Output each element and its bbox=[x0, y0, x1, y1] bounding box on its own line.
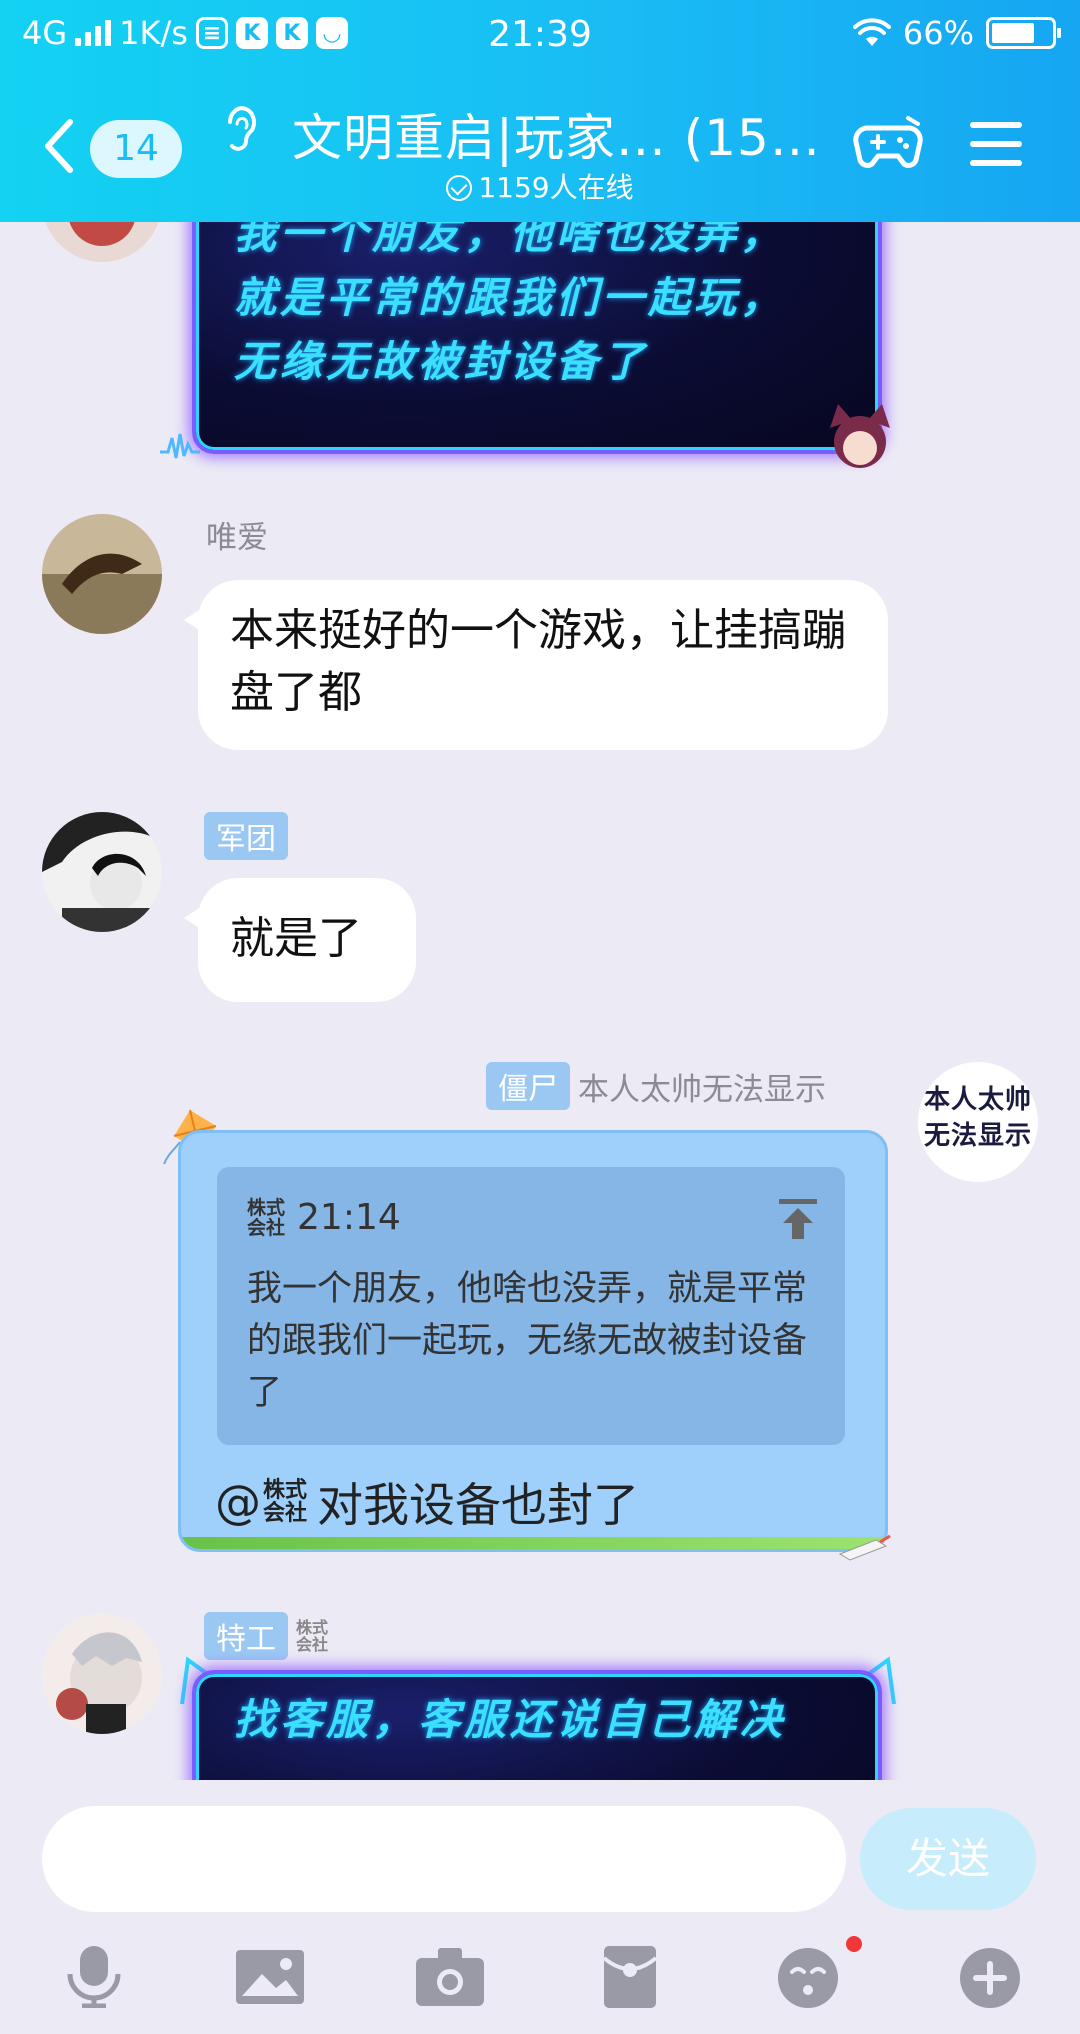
wave-decoration-icon bbox=[160, 433, 200, 459]
message-input[interactable] bbox=[42, 1806, 846, 1912]
jump-to-top-icon[interactable] bbox=[779, 1199, 817, 1239]
emoji-icon[interactable] bbox=[774, 1946, 842, 2008]
message-line: 无缘无故被封设备了 bbox=[234, 337, 649, 386]
status-bar: 4G 1K/s ≡ K K ◡ 21:39 66% bbox=[0, 0, 1080, 72]
sender-name: 特工 株式 会社 bbox=[204, 1612, 328, 1660]
grass-decoration bbox=[181, 1537, 885, 1549]
anime-girl-sticker-icon bbox=[830, 404, 890, 468]
message-line: 找客服，客服还说自己解决 bbox=[234, 1695, 787, 1744]
quoted-message[interactable]: 株式 会社 21:14 我一个朋友，他啥也没弄，就是平常的跟我们一起玩，无缘无故被… bbox=[217, 1167, 845, 1445]
kaisha-stamp-icon: 株式 会社 bbox=[263, 1478, 308, 1526]
send-button[interactable]: 发送 bbox=[860, 1808, 1036, 1910]
reply-message-bubble[interactable]: 株式 会社 21:14 我一个朋友，他啥也没弄，就是平常的跟我们一起玩，无缘无故被… bbox=[178, 1130, 888, 1552]
input-bar: 发送 bbox=[0, 1780, 1080, 2034]
member-tag: 军团 bbox=[204, 812, 288, 860]
red-packet-icon[interactable] bbox=[596, 1946, 664, 2008]
chat-title[interactable]: 文明重启|玩家… (1548) bbox=[292, 98, 832, 170]
reply-text-line: @ 株式 会社 对我设备也封了 bbox=[215, 1469, 639, 1535]
check-circle-icon bbox=[446, 175, 473, 201]
message-line: 我一个朋友，他啥也没弄， bbox=[234, 222, 787, 258]
battery-percent: 66% bbox=[902, 14, 974, 52]
kaisha-stamp-icon: 株式 会社 bbox=[296, 1618, 329, 1654]
wifi-icon bbox=[852, 18, 891, 46]
notification-dot bbox=[846, 1936, 862, 1952]
message-bubble[interactable]: 就是了 bbox=[184, 878, 416, 1002]
avatar[interactable] bbox=[42, 812, 162, 932]
gamepad-icon[interactable] bbox=[852, 114, 924, 174]
sender-name: 唯爱 bbox=[206, 512, 268, 557]
message-text: 本来挺好的一个游戏，让挂搞蹦盘了都 bbox=[230, 605, 846, 718]
online-text: 1159人在线 bbox=[478, 171, 634, 204]
quote-text: 我一个朋友，他啥也没弄，就是平常的跟我们一起玩，无缘无故被封设备了 bbox=[247, 1269, 808, 1413]
member-tag: 僵尸 bbox=[486, 1062, 570, 1110]
sender-name-text: 唯爱 bbox=[206, 520, 268, 556]
ear-icon[interactable] bbox=[222, 102, 262, 154]
sender-name: 僵尸 本人太帅无法显示 bbox=[486, 1062, 826, 1110]
avatar[interactable] bbox=[42, 222, 162, 262]
title-bar: 14 文明重启|玩家… (1548) 1159人在线 bbox=[0, 72, 1080, 222]
neon-message-bubble[interactable]: 我一个朋友，他啥也没弄， 就是平常的跟我们一起玩， 无缘无故被封设备了 bbox=[192, 222, 882, 454]
image-icon[interactable] bbox=[236, 1946, 304, 2008]
rocket-sticker-icon bbox=[838, 1534, 891, 1561]
microphone-icon[interactable] bbox=[60, 1946, 128, 2008]
message-list[interactable]: 我一个朋友，他啥也没弄， 就是平常的跟我们一起玩， 无缘无故被封设备了 唯爱 本… bbox=[0, 222, 1080, 1780]
avatar-text: 本人太帅无法显示 bbox=[924, 1085, 1033, 1151]
neon-message-bubble[interactable]: 找客服，客服还说自己解决 bbox=[192, 1670, 882, 1780]
mention-at: @ bbox=[215, 1475, 261, 1529]
camera-icon[interactable] bbox=[416, 1946, 484, 2008]
quote-time: 21:14 bbox=[297, 1197, 401, 1238]
avatar[interactable] bbox=[42, 514, 162, 634]
message-line: 就是平常的跟我们一起玩， bbox=[234, 273, 787, 322]
battery-icon bbox=[986, 17, 1061, 49]
plus-icon[interactable] bbox=[956, 1946, 1024, 2008]
message-text: 对我设备也封了 bbox=[317, 1478, 640, 1532]
message-bubble[interactable]: 本来挺好的一个游戏，让挂搞蹦盘了都 bbox=[184, 580, 888, 750]
menu-icon[interactable] bbox=[970, 122, 1022, 166]
status-right: 66% bbox=[852, 14, 1061, 52]
avatar[interactable]: 本人太帅无法显示 bbox=[918, 1062, 1038, 1182]
member-tag: 特工 bbox=[204, 1612, 288, 1660]
chat-header: 4G 1K/s ≡ K K ◡ 21:39 66% 14 文明重启|玩家… (1… bbox=[0, 0, 1080, 222]
sender-name-text: 本人太帅无法显示 bbox=[578, 1071, 826, 1108]
message-text: 就是了 bbox=[230, 913, 362, 964]
sender-name: 军团 bbox=[204, 812, 288, 860]
kaisha-stamp-icon: 株式 会社 bbox=[247, 1196, 286, 1239]
avatar[interactable] bbox=[42, 1614, 162, 1734]
quote-header: 株式 会社 21:14 bbox=[247, 1197, 401, 1238]
